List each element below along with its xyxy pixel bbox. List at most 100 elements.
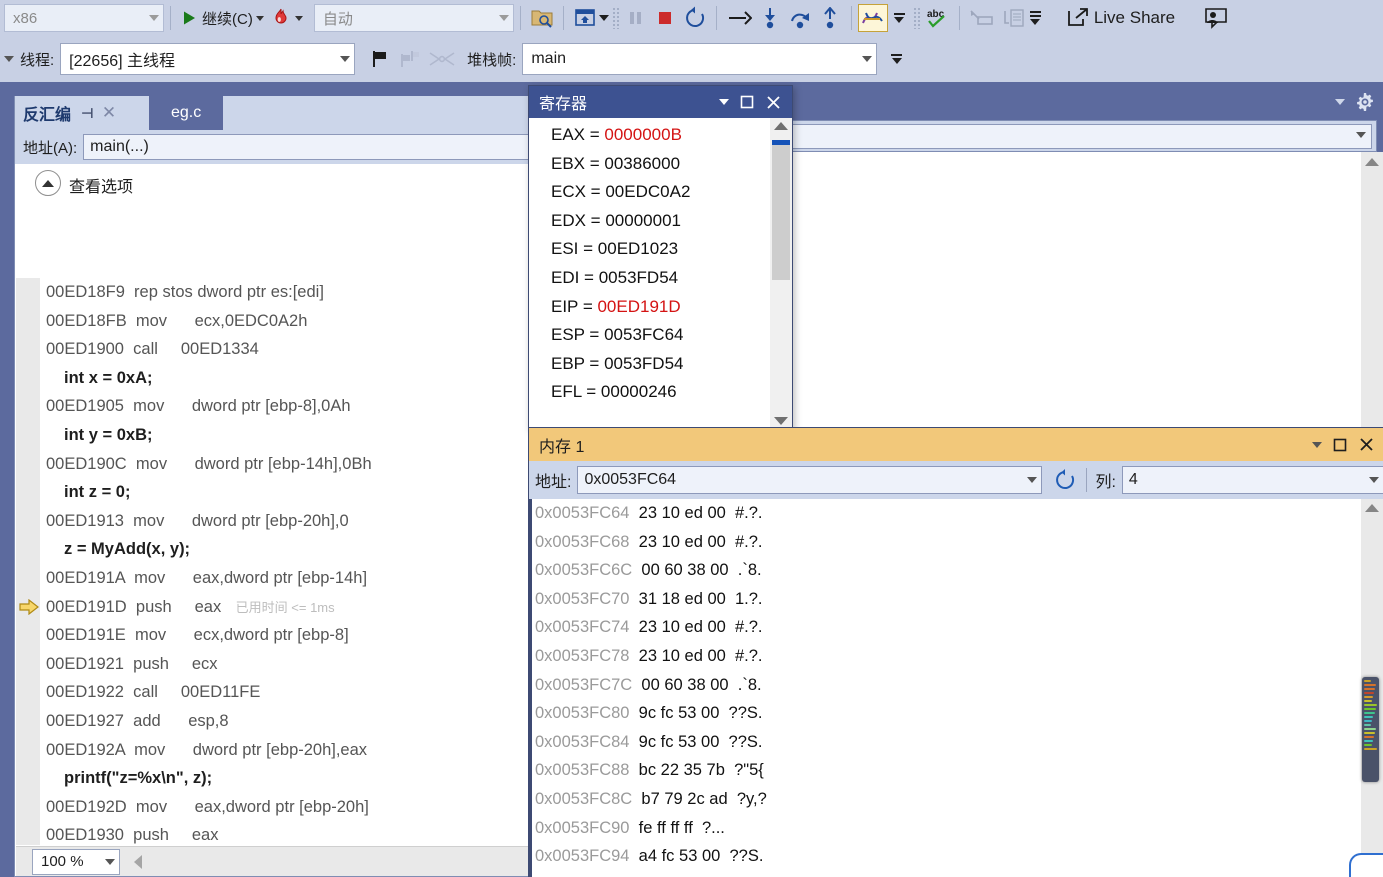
scroll-down-icon[interactable] bbox=[774, 417, 788, 425]
scroll-up-icon[interactable] bbox=[1365, 158, 1379, 166]
chevron-down-icon[interactable] bbox=[708, 89, 734, 115]
view-options-expander[interactable] bbox=[35, 170, 61, 196]
overflow-icon[interactable] bbox=[1029, 11, 1041, 25]
disassembly-line[interactable]: 00ED191D push eax 已用时间 <= 1ms bbox=[16, 593, 532, 622]
toolbar-grip[interactable] bbox=[611, 7, 620, 29]
stop-debugging-icon[interactable] bbox=[650, 3, 680, 33]
scroll-up-icon[interactable] bbox=[774, 122, 788, 130]
memory-columns-input[interactable]: 4 bbox=[1121, 466, 1383, 494]
memory-row[interactable]: 0x0053FC80 9c fc 53 00 ??S. bbox=[529, 699, 1383, 728]
step-into-icon[interactable] bbox=[755, 3, 785, 33]
register-row[interactable]: EDX = 00000001 bbox=[529, 207, 770, 236]
overflow-icon[interactable] bbox=[598, 15, 609, 21]
maximize-icon[interactable] bbox=[734, 89, 760, 115]
disassembly-line[interactable]: 00ED1900 call 00ED1334 bbox=[16, 335, 532, 364]
disassembly-line[interactable]: 00ED192A mov dword ptr [ebp-20h],eax bbox=[16, 736, 532, 765]
register-row[interactable]: EAX = 0000000B bbox=[529, 121, 770, 150]
live-share-button[interactable]: Live Share bbox=[1063, 3, 1178, 33]
memory-address-input[interactable]: 0x0053FC64 bbox=[577, 466, 1043, 494]
chevron-down-icon[interactable] bbox=[294, 15, 303, 21]
register-row[interactable]: EIP = 00ED191D bbox=[529, 293, 770, 322]
register-row[interactable]: EBP = 0053FD54 bbox=[529, 350, 770, 379]
step-out-icon[interactable] bbox=[815, 3, 845, 33]
registers-titlebar[interactable]: 寄存器 bbox=[529, 86, 792, 118]
platform-combo[interactable]: x86 bbox=[4, 4, 164, 32]
register-row[interactable]: ECX = 00EDC0A2 bbox=[529, 178, 770, 207]
registers-body[interactable]: EAX = 0000000B EBX = 00386000 ECX = 00EDC0… bbox=[529, 118, 792, 429]
overflow-icon[interactable] bbox=[891, 54, 903, 64]
chevron-down-icon[interactable] bbox=[1350, 132, 1366, 138]
spell-check-icon[interactable]: abc bbox=[921, 3, 953, 33]
background-editor-dropdown-icon[interactable] bbox=[1329, 99, 1345, 105]
close-icon[interactable] bbox=[760, 89, 786, 115]
memory-row[interactable]: 0x0053FC88 bc 22 35 7b ?"5{ bbox=[529, 756, 1383, 785]
memory-row[interactable]: 0x0053FC78 23 10 ed 00 #.?. bbox=[529, 642, 1383, 671]
gear-icon[interactable] bbox=[1355, 92, 1375, 112]
disassembly-line[interactable]: 00ED1930 push eax bbox=[16, 821, 532, 845]
code-minimap[interactable] bbox=[1362, 677, 1379, 782]
disassembly-line[interactable]: 00ED1927 add esp,8 bbox=[16, 707, 532, 736]
source-line[interactable]: int y = 0xB; bbox=[16, 421, 532, 450]
register-row[interactable]: EDI = 0053FD54 bbox=[529, 264, 770, 293]
memory-row[interactable]: 0x0053FC84 9c fc 53 00 ??S. bbox=[529, 728, 1383, 757]
close-icon[interactable]: ✕ bbox=[102, 103, 116, 123]
continue-button[interactable]: 继续(C) bbox=[177, 3, 267, 33]
register-row[interactable]: ESI = 00ED1023 bbox=[529, 235, 770, 264]
registers-scrollbar[interactable] bbox=[770, 118, 792, 429]
register-row[interactable]: EBX = 00386000 bbox=[529, 150, 770, 179]
disassembly-line[interactable]: 00ED1913 mov dword ptr [ebp-20h],0 bbox=[16, 507, 532, 536]
disassembly-line[interactable]: 00ED1905 mov dword ptr [ebp-8],0Ah bbox=[16, 392, 532, 421]
disassembly-line[interactable]: 00ED1922 call 00ED11FE bbox=[16, 678, 532, 707]
overflow-icon[interactable] bbox=[893, 13, 905, 23]
chevron-down-icon[interactable] bbox=[1027, 477, 1038, 483]
memory-row[interactable]: 0x0053FC70 31 18 ed 00 1.?. bbox=[529, 585, 1383, 614]
toolbar-grip[interactable] bbox=[912, 7, 921, 29]
disassembly-code-list[interactable]: 00ED18F9 rep stos dword ptr es:[edi] 00ED… bbox=[16, 278, 532, 845]
memory-row[interactable]: 0x0053FC64 23 10 ed 00 #.?. bbox=[529, 499, 1383, 528]
memory-body[interactable]: 0x0053FC64 23 10 ed 00 #.?. 0x0053FC68 23… bbox=[529, 499, 1383, 877]
disassembly-line[interactable]: 00ED1921 push ecx bbox=[16, 650, 532, 679]
maximize-icon[interactable] bbox=[1327, 432, 1353, 458]
step-over-icon[interactable] bbox=[785, 3, 815, 33]
memory-row[interactable]: 0x0053FC7C 00 60 38 00 .`8. bbox=[529, 671, 1383, 700]
restart-icon[interactable] bbox=[680, 3, 710, 33]
chevron-down-icon[interactable] bbox=[1301, 432, 1327, 458]
register-row[interactable]: EFL = 00000246 bbox=[529, 378, 770, 407]
source-line[interactable]: int z = 0; bbox=[16, 478, 532, 507]
memory-scrollbar[interactable] bbox=[1361, 499, 1383, 877]
open-file-icon[interactable] bbox=[527, 3, 557, 33]
memory-row[interactable]: 0x0053FC74 23 10 ed 00 #.?. bbox=[529, 613, 1383, 642]
disassembly-line[interactable]: 00ED192D mov eax,dword ptr [ebp-20h] bbox=[16, 793, 532, 822]
scroll-up-icon[interactable] bbox=[1365, 504, 1379, 512]
user-feedback-icon[interactable] bbox=[1200, 3, 1232, 33]
disassembly-line[interactable]: 00ED190C mov dword ptr [ebp-14h],0Bh bbox=[16, 450, 532, 479]
flag-icon[interactable] bbox=[365, 44, 395, 74]
scrollbar-thumb[interactable] bbox=[772, 140, 790, 280]
threads-window-icon[interactable] bbox=[857, 4, 888, 32]
toolbar-overflow-left[interactable] bbox=[2, 56, 14, 62]
memory-row[interactable]: 0x0053FC6C 00 60 38 00 .`8. bbox=[529, 556, 1383, 585]
memory-row[interactable]: 0x0053FC68 23 10 ed 00 #.?. bbox=[529, 528, 1383, 557]
disassembly-line[interactable]: 00ED191E mov ecx,dword ptr [ebp-8] bbox=[16, 621, 532, 650]
close-icon[interactable] bbox=[1353, 432, 1379, 458]
zoom-combo[interactable]: 100 % bbox=[32, 848, 120, 875]
disassembly-line[interactable]: 00ED191A mov eax,dword ptr [ebp-14h] bbox=[16, 564, 532, 593]
tab-egc[interactable]: eg.c bbox=[149, 96, 224, 130]
scroll-left-icon[interactable] bbox=[134, 854, 142, 869]
source-line[interactable]: int x = 0xA; bbox=[16, 364, 532, 393]
config-combo[interactable]: 自动 bbox=[313, 4, 514, 32]
tab-disassembly[interactable]: 反汇编 ⊣ ✕ bbox=[15, 96, 125, 130]
source-line[interactable]: z = MyAdd(x, y); bbox=[16, 535, 532, 564]
memory-row[interactable]: 0x0053FC90 fe ff ff ff ?... bbox=[529, 814, 1383, 843]
memory-row[interactable]: 0x0053FC8C b7 79 2c ad ?y,? bbox=[529, 785, 1383, 814]
chevron-down-icon[interactable] bbox=[255, 15, 264, 21]
memory-row[interactable]: 0x0053FC94 a4 fc 53 00 ??S. bbox=[529, 842, 1383, 871]
thread-combo[interactable]: [22656] 主线程 bbox=[60, 43, 356, 75]
address-input[interactable]: main(...) bbox=[83, 134, 534, 160]
chevron-down-icon[interactable] bbox=[1369, 477, 1379, 483]
run-to-cursor-icon[interactable] bbox=[723, 3, 755, 33]
source-line[interactable]: printf("z=%x\n", z); bbox=[16, 764, 532, 793]
register-row[interactable]: ESP = 0053FC64 bbox=[529, 321, 770, 350]
hot-reload-button[interactable] bbox=[267, 3, 306, 33]
show-next-statement-icon[interactable] bbox=[570, 3, 612, 33]
